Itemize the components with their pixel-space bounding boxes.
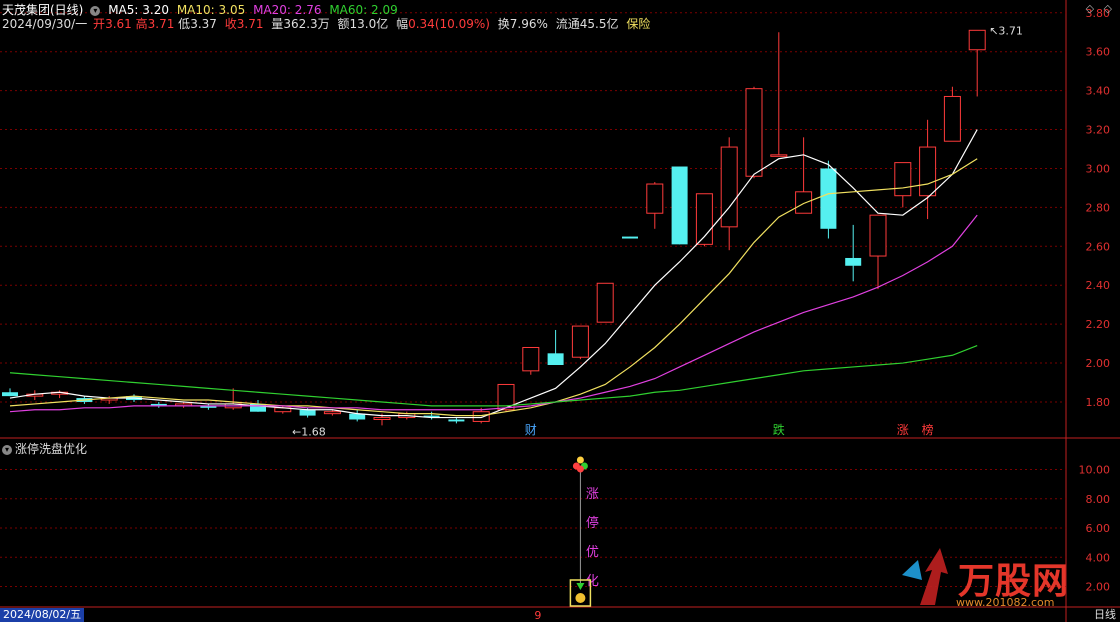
high-value: 3.71 bbox=[147, 17, 175, 31]
watermark-url: www.201082.com bbox=[956, 596, 1055, 609]
sub-tick-label: 10.00 bbox=[1079, 464, 1111, 477]
kline-chart[interactable]: 3.803.603.403.203.002.802.602.402.202.00… bbox=[0, 0, 1120, 622]
candle-body-up bbox=[770, 154, 788, 157]
price-tick-label: 3.40 bbox=[1086, 85, 1111, 98]
candle-body-up bbox=[522, 346, 540, 372]
candle-body-up bbox=[894, 162, 912, 197]
dropdown-caret-icon[interactable]: ▾ bbox=[90, 5, 101, 16]
quote-date: 2024/09/30/一 bbox=[2, 17, 88, 31]
signal-flower-icon bbox=[576, 456, 584, 464]
window-controls: ◇ ◇ bbox=[1086, 2, 1112, 15]
price-tick-label: 3.00 bbox=[1086, 162, 1111, 175]
open-label: 开 bbox=[93, 17, 106, 31]
header-row-2: 2024/09/30/一 开3.61 高3.71 低3.37 收3.71 量36… bbox=[2, 15, 654, 32]
candle-body-down bbox=[845, 257, 862, 266]
close-value: 3.71 bbox=[236, 17, 264, 31]
open-value: 3.61 bbox=[105, 17, 132, 31]
price-tick-label: 3.20 bbox=[1086, 124, 1111, 137]
low-price-marker: ←1.68 bbox=[292, 425, 326, 438]
float-label: 流通 bbox=[555, 17, 580, 31]
low-value: 3.37 bbox=[190, 17, 217, 31]
amount-value: 13.0亿 bbox=[349, 17, 389, 31]
price-tick-label: 2.00 bbox=[1086, 357, 1111, 370]
high-label: 高 bbox=[135, 17, 148, 31]
price-tick-label: 1.80 bbox=[1086, 396, 1111, 409]
price-tick-label: 2.80 bbox=[1086, 201, 1111, 214]
high-price-marker: ↖3.71 bbox=[989, 24, 1023, 37]
event-marker-榜: 榜 bbox=[922, 422, 934, 437]
subchart-title[interactable]: 涨停洗盘优化 bbox=[15, 442, 87, 456]
subchart-caret-icon[interactable]: ▾ bbox=[2, 444, 12, 455]
diamond-icon[interactable]: ◇ bbox=[1086, 2, 1094, 15]
event-marker-财: 财 bbox=[525, 423, 537, 437]
signal-char: 停 bbox=[586, 515, 599, 531]
price-tick-label: 2.40 bbox=[1086, 279, 1111, 292]
subchart-header: ▾ 涨停洗盘优化 bbox=[2, 440, 87, 457]
low-label: 低 bbox=[178, 17, 191, 31]
sub-tick-label: 8.00 bbox=[1086, 493, 1111, 506]
event-marker-涨: 涨 bbox=[897, 422, 909, 437]
amount-label: 额 bbox=[337, 17, 350, 31]
signal-char: 优 bbox=[586, 545, 599, 560]
volume-label: 量 bbox=[271, 17, 284, 31]
price-tick-label: 3.60 bbox=[1086, 46, 1111, 59]
candle-body-down bbox=[547, 353, 564, 365]
turnover-label: 换 bbox=[497, 17, 510, 31]
close-label: 收 bbox=[224, 17, 237, 31]
candle-body-up bbox=[919, 146, 937, 197]
time-axis-label: 9 bbox=[534, 609, 541, 622]
change-value: 0.34(10.09%) bbox=[408, 17, 490, 31]
ma60-line bbox=[9, 344, 978, 407]
price-tick-label: 2.60 bbox=[1086, 240, 1111, 253]
ma20-line bbox=[9, 214, 978, 413]
candle-body-down bbox=[299, 409, 316, 416]
candle-body-down bbox=[622, 236, 638, 239]
candle-body-up bbox=[472, 411, 490, 422]
signal-char: 化 bbox=[586, 574, 599, 589]
candle-body-up bbox=[571, 325, 589, 358]
candle-body-up bbox=[646, 183, 664, 214]
change-label: 幅 bbox=[396, 17, 409, 31]
candle-body-down bbox=[820, 168, 837, 229]
turnover-value: 7.96% bbox=[509, 17, 548, 31]
candle-body-up bbox=[745, 88, 763, 177]
signal-arrow-icon bbox=[576, 583, 585, 590]
period-selector[interactable]: 日线 bbox=[1094, 608, 1116, 622]
cursor-date-label: 2024/08/02/五 bbox=[0, 608, 85, 622]
volume-value: 362.3万 bbox=[283, 17, 330, 31]
candle-body-up bbox=[596, 282, 614, 323]
event-marker-跌: 跌 bbox=[773, 422, 785, 437]
sector-tag[interactable]: 保险 bbox=[626, 17, 650, 31]
candle-body-up bbox=[795, 191, 813, 214]
float-value: 45.5亿 bbox=[579, 17, 619, 31]
candle-body-down bbox=[2, 392, 18, 397]
candle-body-up bbox=[373, 417, 391, 420]
candle-body-down bbox=[671, 166, 688, 245]
signal-char: 涨 bbox=[586, 487, 599, 502]
candle-body-up bbox=[968, 29, 986, 51]
menu-icon[interactable]: ◇ bbox=[1104, 2, 1112, 15]
signal-flower-icon bbox=[576, 465, 584, 473]
money-bag-icon bbox=[575, 593, 586, 603]
candle-body-up bbox=[943, 95, 961, 142]
candle-body-up bbox=[323, 411, 341, 415]
candle-body-up bbox=[869, 214, 887, 257]
sub-tick-label: 6.00 bbox=[1086, 522, 1111, 535]
candle-body-down bbox=[448, 419, 465, 422]
price-tick-label: 2.20 bbox=[1086, 318, 1111, 331]
